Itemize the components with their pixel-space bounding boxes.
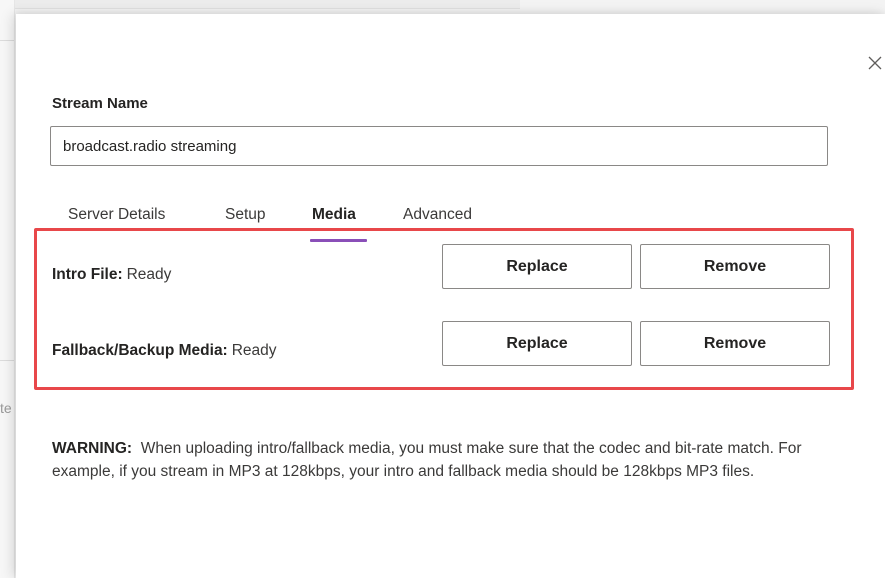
tab-server-details[interactable]: Server Details bbox=[68, 206, 165, 224]
warning-text: When uploading intro/fallback media, you… bbox=[52, 440, 802, 480]
fallback-media-row-label: Fallback/Backup Media: Ready bbox=[52, 342, 277, 360]
close-button[interactable] bbox=[864, 52, 885, 74]
fallback-media-label: Fallback/Backup Media: bbox=[52, 342, 228, 359]
tab-media[interactable]: Media bbox=[312, 206, 356, 224]
warning-prefix: WARNING: bbox=[52, 440, 133, 457]
tab-setup[interactable]: Setup bbox=[225, 206, 266, 224]
stream-settings-dialog: Stream Name Server Details Setup Media A… bbox=[16, 14, 885, 578]
warning-message: WARNING: When uploading intro/fallback m… bbox=[52, 437, 842, 483]
background-divider bbox=[0, 360, 14, 361]
background-divider bbox=[0, 40, 14, 41]
intro-file-row-label: Intro File: Ready bbox=[52, 266, 171, 284]
intro-remove-button[interactable]: Remove bbox=[640, 244, 830, 289]
background-partial-text: te bbox=[0, 400, 12, 416]
intro-file-label: Intro File: bbox=[52, 266, 123, 283]
fallback-replace-button[interactable]: Replace bbox=[442, 321, 632, 366]
tab-advanced[interactable]: Advanced bbox=[403, 206, 472, 224]
background-top-bar bbox=[0, 0, 520, 9]
fallback-remove-button[interactable]: Remove bbox=[640, 321, 830, 366]
background-left-strip bbox=[0, 0, 15, 578]
intro-replace-button[interactable]: Replace bbox=[442, 244, 632, 289]
fallback-media-status: Ready bbox=[231, 342, 277, 359]
stream-name-label: Stream Name bbox=[52, 95, 148, 112]
intro-file-status: Ready bbox=[126, 266, 172, 283]
close-icon bbox=[868, 56, 882, 70]
stream-name-input[interactable] bbox=[50, 126, 828, 166]
